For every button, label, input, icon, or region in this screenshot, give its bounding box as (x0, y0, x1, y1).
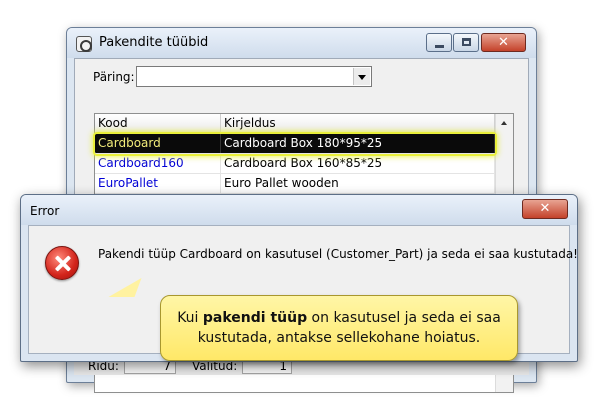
error-title: Error (30, 204, 60, 218)
column-header-code[interactable]: Kood (95, 114, 221, 134)
grid-header: Kood Kirjeldus (95, 114, 495, 134)
cell-code: Cardboard (95, 134, 221, 153)
maximize-icon (462, 38, 471, 46)
minimize-icon (435, 45, 444, 48)
cell-code: Cardboard160 (95, 154, 221, 173)
callout-suffix: on kasutusel ja seda ei saa (307, 310, 501, 326)
maximize-button[interactable] (453, 33, 479, 52)
table-row[interactable]: Cardboard160 Cardboard Box 160*85*25 (95, 154, 495, 174)
column-header-description[interactable]: Kirjeldus (221, 114, 495, 134)
callout-prefix: Kui (177, 310, 203, 326)
error-titlebar[interactable]: Error ✕ (21, 195, 577, 225)
app-icon (76, 36, 92, 52)
window-titlebar[interactable]: Pakendite tüübid ✕ (67, 28, 536, 58)
query-dropdown[interactable] (136, 66, 372, 87)
callout-note: Kui pakendi tüüp on kasutusel ja seda ei… (160, 295, 518, 361)
close-icon: ✕ (498, 35, 509, 50)
callout-line2: kustutada, antakse sellekohane hoiatus. (197, 330, 481, 346)
callout-bold: pakendi tüüp (202, 310, 308, 326)
cell-description: Cardboard Box 180*95*25 (221, 134, 495, 153)
chevron-down-icon[interactable] (353, 68, 370, 85)
table-row[interactable]: EuroPallet Euro Pallet wooden (95, 174, 495, 194)
error-icon (45, 246, 79, 280)
error-close-button[interactable]: ✕ (522, 199, 568, 219)
query-label: Päring: (93, 70, 135, 84)
scroll-up-icon[interactable] (496, 114, 513, 132)
minimize-button[interactable] (426, 33, 452, 52)
close-button[interactable]: ✕ (481, 33, 526, 52)
close-icon: ✕ (539, 201, 551, 216)
cell-code: EuroPallet (95, 174, 221, 193)
table-row[interactable]: Cardboard Cardboard Box 180*95*25 (95, 134, 495, 154)
window-title: Pakendite tüübid (99, 35, 209, 50)
error-message: Pakendi tüüp Cardboard on kasutusel (Cus… (98, 247, 578, 261)
cell-description: Cardboard Box 160*85*25 (221, 154, 495, 173)
cell-description: Euro Pallet wooden (221, 174, 495, 193)
